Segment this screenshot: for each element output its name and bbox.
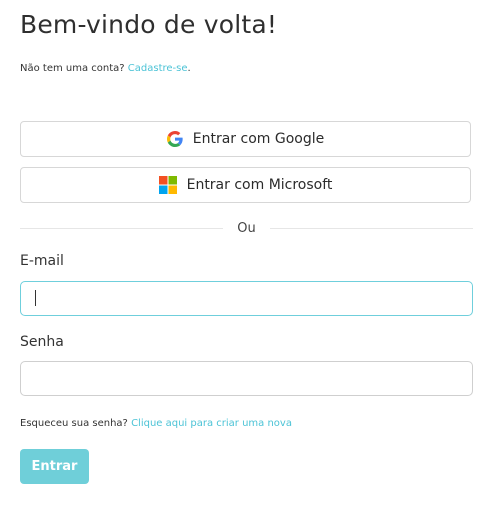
- microsoft-logo-icon: [158, 176, 177, 194]
- divider-line-left: [20, 227, 224, 229]
- login-button[interactable]: Entrar: [20, 449, 89, 484]
- text-cursor: [35, 290, 36, 306]
- password-field[interactable]: [20, 361, 473, 396]
- signup-suffix: .: [187, 63, 191, 74]
- divider-text: Ou: [237, 220, 256, 236]
- google-signin-label: Entrar com Google: [192, 131, 325, 147]
- forgot-password-link[interactable]: Clique aqui para criar uma nova: [131, 418, 292, 429]
- signup-prompt-text: Não tem uma conta?: [20, 63, 125, 74]
- signup-prompt: Não tem uma conta? Cadastre-se.: [20, 63, 191, 74]
- microsoft-signin-button[interactable]: Entrar com Microsoft: [20, 167, 471, 203]
- divider-line-right: [269, 227, 474, 229]
- email-field[interactable]: [20, 281, 473, 316]
- microsoft-signin-label: Entrar com Microsoft: [186, 177, 333, 193]
- password-label: Senha: [20, 334, 64, 350]
- or-divider: Ou: [20, 219, 474, 237]
- signup-link[interactable]: Cadastre-se: [128, 63, 188, 74]
- forgot-password-prompt: Esqueceu sua senha? Clique aqui para cri…: [20, 418, 292, 429]
- page-title: Bem-vindo de volta!: [20, 10, 278, 39]
- email-label: E-mail: [20, 253, 64, 269]
- forgot-password-text: Esqueceu sua senha?: [20, 418, 128, 429]
- google-logo-icon: [166, 131, 183, 147]
- google-signin-button[interactable]: Entrar com Google: [20, 121, 471, 157]
